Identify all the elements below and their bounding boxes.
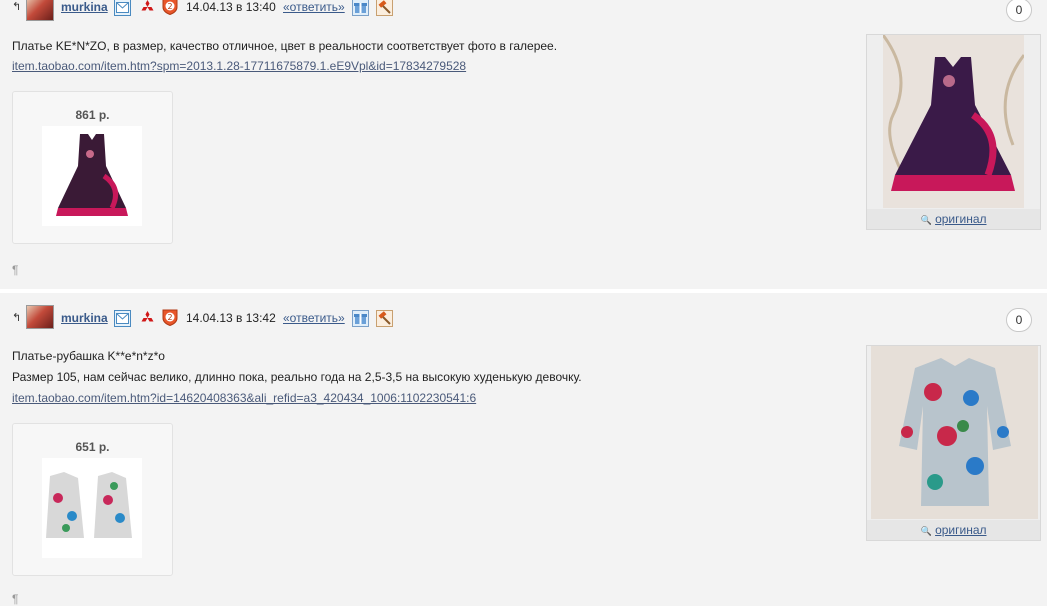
svg-text:2: 2 <box>167 313 172 322</box>
comment-header: ↰ murkina 2 14.04.13 в 13:42 «ответить» <box>0 305 1047 337</box>
svg-text:2: 2 <box>167 2 172 11</box>
gift-icon[interactable] <box>352 0 369 16</box>
original-link[interactable]: оригинал <box>935 523 986 537</box>
comment-post: ↰ murkina 2 14.04.13 в 13:42 «ответить» <box>0 293 1047 606</box>
product-thumbnail[interactable] <box>42 458 142 558</box>
reply-arrow-icon[interactable]: ↰ <box>12 0 21 13</box>
post-date: 14.04.13 в 13:40 <box>186 0 276 14</box>
mitsubishi-logo-icon <box>139 310 156 327</box>
mail-icon[interactable] <box>114 310 131 327</box>
comment-header: ↰ murkina 2 14.04.13 в 13:40 «ответить» <box>0 0 1047 26</box>
original-link-bar: 🔍 оригинал <box>867 209 1040 229</box>
post-text-line: Размер 105, нам сейчас велико, длинно по… <box>12 370 582 384</box>
reply-link[interactable]: «ответить» <box>283 0 345 14</box>
hammer-icon[interactable] <box>376 0 393 16</box>
level-shield-icon: 2 <box>162 0 178 16</box>
post-date: 14.04.13 в 13:42 <box>186 311 276 325</box>
mitsubishi-logo-icon <box>139 0 156 16</box>
reply-arrow-icon[interactable]: ↰ <box>12 311 21 324</box>
reply-link[interactable]: «ответить» <box>283 311 345 325</box>
comment-counter[interactable]: 0 <box>1006 0 1032 22</box>
original-link[interactable]: оригинал <box>935 212 986 226</box>
dress-photo[interactable] <box>881 34 1026 208</box>
mail-icon[interactable] <box>114 0 131 16</box>
original-link-bar: 🔍 оригинал <box>867 520 1040 540</box>
product-thumbnail[interactable] <box>42 126 142 226</box>
avatar[interactable] <box>26 305 54 329</box>
product-link[interactable]: item.taobao.com/item.htm?spm=2013.1.28-1… <box>12 59 466 73</box>
magnifier-icon: 🔍 <box>920 215 932 225</box>
gift-icon[interactable] <box>352 310 369 327</box>
product-card[interactable]: 651 р. <box>12 423 173 576</box>
comment-post: ↰ murkina 2 14.04.13 в 13:40 «ответить» <box>0 0 1047 289</box>
level-shield-icon: 2 <box>162 309 178 327</box>
product-price: 861 р. <box>75 108 110 122</box>
magnifier-icon: 🔍 <box>920 526 932 536</box>
username-link[interactable]: murkina <box>61 311 108 325</box>
username-link[interactable]: murkina <box>61 0 108 14</box>
hammer-icon[interactable] <box>376 310 393 327</box>
full-image-panel: 🔍 оригинал <box>866 34 1041 230</box>
avatar[interactable] <box>26 0 54 21</box>
post-text-line: Платье KE*N*ZO, в размер, качество отлич… <box>12 39 558 53</box>
shirt-dress-photo[interactable] <box>871 346 1038 519</box>
product-card[interactable]: 861 р. <box>12 91 173 244</box>
paragraph-mark: ¶ <box>12 592 19 606</box>
product-price: 651 р. <box>75 440 110 454</box>
paragraph-mark: ¶ <box>12 263 19 277</box>
product-link[interactable]: item.taobao.com/item.htm?id=14620408363&… <box>12 391 476 405</box>
full-image-panel: 🔍 оригинал <box>866 345 1041 541</box>
post-text-line: Платье-рубашка K**e*n*z*o <box>12 349 165 363</box>
comment-counter[interactable]: 0 <box>1006 308 1032 332</box>
